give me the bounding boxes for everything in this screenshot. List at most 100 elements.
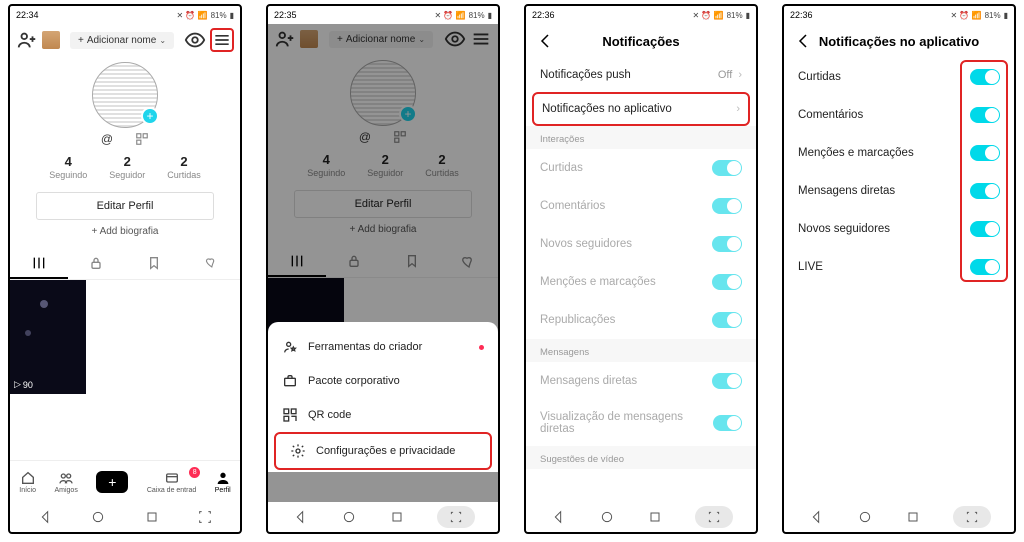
views-icon[interactable] <box>184 29 206 51</box>
nav-create[interactable]: + <box>96 471 128 493</box>
screen-header: Notificações no aplicativo <box>784 24 1014 58</box>
toggle[interactable] <box>712 198 742 214</box>
nav-profile[interactable]: Perfil <box>215 470 231 494</box>
android-screenshot[interactable] <box>695 506 733 528</box>
android-home[interactable] <box>856 508 874 526</box>
toggle[interactable] <box>970 69 1000 85</box>
phone-screen-2: 22:35 ✕ ⏰ 📶 81% ▮ + Adicionar nome ⌄ + @… <box>266 4 500 534</box>
android-back[interactable] <box>291 508 309 526</box>
row-mentions[interactable]: Menções e marcações <box>526 263 756 301</box>
row-push-notifications[interactable]: Notificações push Off › <box>526 58 756 92</box>
row-new-followers[interactable]: Novos seguidores <box>784 210 1014 248</box>
phone-screen-3: 22:36 ✕ ⏰ 📶 81% ▮ Notificações Notificaç… <box>524 4 758 534</box>
tab-grid[interactable] <box>10 249 68 279</box>
back-button[interactable] <box>536 32 554 50</box>
row-in-app-notifications[interactable]: Notificações no aplicativo › <box>534 94 748 124</box>
menu-label: Pacote corporativo <box>308 375 400 387</box>
status-icons: ✕ ⏰ 📶 81% ▮ <box>435 11 493 20</box>
page-title: Notificações <box>554 34 728 49</box>
toggle[interactable] <box>712 373 742 389</box>
android-back[interactable] <box>807 508 825 526</box>
android-back[interactable] <box>36 508 54 526</box>
add-friend-icon[interactable] <box>16 29 38 51</box>
row-comments[interactable]: Comentários <box>784 96 1014 134</box>
toggle[interactable] <box>970 183 1000 199</box>
toggle[interactable] <box>970 145 1000 161</box>
toggle[interactable] <box>970 259 1000 275</box>
add-name-chip[interactable]: + Adicionar nome ⌄ <box>64 32 180 49</box>
menu-settings-privacy[interactable]: Configurações e privacidade <box>276 434 490 468</box>
menu-business-suite[interactable]: Pacote corporativo <box>268 364 498 398</box>
bottom-sheet: Ferramentas do criador Pacote corporativ… <box>268 322 498 472</box>
toggle[interactable] <box>712 274 742 290</box>
row-value: Off <box>718 69 732 81</box>
back-button[interactable] <box>794 32 812 50</box>
person-star-icon <box>282 339 298 355</box>
menu-creator-tools[interactable]: Ferramentas do criador <box>268 330 498 364</box>
add-bio-button[interactable]: + Add biografia <box>10 226 240 237</box>
avatar[interactable]: + <box>92 62 158 128</box>
menu-qr-code[interactable]: QR code <box>268 398 498 432</box>
row-new-followers[interactable]: Novos seguidores <box>526 225 756 263</box>
tab-locked[interactable] <box>68 249 126 279</box>
at-symbol: @ <box>101 132 113 146</box>
android-recent[interactable] <box>646 508 664 526</box>
menu-label: Configurações e privacidade <box>316 445 455 457</box>
section-interactions: Interações <box>526 126 756 149</box>
stat-followers[interactable]: 2Seguidor <box>109 154 145 180</box>
android-recent[interactable] <box>143 508 161 526</box>
chevron-down-icon: ⌄ <box>159 36 166 45</box>
status-bar: 22:36 ✕ ⏰ 📶 81% ▮ <box>784 6 1014 24</box>
android-home[interactable] <box>89 508 107 526</box>
toggle[interactable] <box>712 312 742 328</box>
android-home[interactable] <box>340 508 358 526</box>
edit-profile-button[interactable]: Editar Perfil <box>36 192 214 220</box>
tab-liked[interactable] <box>183 249 241 279</box>
android-recent[interactable] <box>904 508 922 526</box>
android-screenshot[interactable] <box>437 506 475 528</box>
row-comments[interactable]: Comentários <box>526 187 756 225</box>
row-label: Comentários <box>540 200 605 212</box>
video-thumbnail[interactable]: ▷ 90 <box>10 280 86 394</box>
row-likes[interactable]: Curtidas <box>526 149 756 187</box>
toggle[interactable] <box>712 160 742 176</box>
row-likes[interactable]: Curtidas <box>784 58 1014 96</box>
toggle[interactable] <box>970 221 1000 237</box>
android-home[interactable] <box>598 508 616 526</box>
toggle[interactable] <box>970 107 1000 123</box>
status-time: 22:36 <box>790 10 813 20</box>
avatar-plus-icon[interactable]: + <box>141 107 159 125</box>
row-direct-messages[interactable]: Mensagens diretas <box>784 172 1014 210</box>
android-nav <box>268 502 498 532</box>
nav-inbox[interactable]: Caixa de entrad8 <box>147 470 196 494</box>
status-time: 22:35 <box>274 10 297 20</box>
row-live[interactable]: LIVE <box>784 248 1014 286</box>
row-direct-messages[interactable]: Mensagens diretas <box>526 362 756 400</box>
nav-friends[interactable]: Amigos <box>54 470 77 494</box>
stats-row: 4Seguindo 2Seguidor 2Curtidas <box>10 154 240 180</box>
toggle[interactable] <box>712 236 742 252</box>
inbox-badge: 8 <box>189 467 200 478</box>
stat-following[interactable]: 4Seguindo <box>49 154 87 180</box>
tab-saved[interactable] <box>125 249 183 279</box>
toggle[interactable] <box>713 415 742 431</box>
row-message-previews[interactable]: Visualização de mensagens diretas <box>526 400 756 446</box>
chevron-right-icon: › <box>738 69 742 81</box>
gift-icon[interactable] <box>42 31 60 49</box>
hamburger-menu-button[interactable] <box>210 28 234 52</box>
row-label: Visualização de mensagens diretas <box>540 411 713 435</box>
row-label: Notificações no aplicativo <box>542 103 672 115</box>
status-time: 22:34 <box>16 10 39 20</box>
row-label: Mensagens diretas <box>540 375 637 387</box>
qr-small-icon[interactable] <box>135 132 149 146</box>
android-nav <box>526 502 756 532</box>
row-reposts[interactable]: Republicações <box>526 301 756 339</box>
android-screenshot[interactable] <box>953 506 991 528</box>
row-mentions[interactable]: Menções e marcações <box>784 134 1014 172</box>
android-back[interactable] <box>549 508 567 526</box>
nav-home[interactable]: Início <box>19 470 36 494</box>
qr-icon <box>282 407 298 423</box>
android-recent[interactable] <box>388 508 406 526</box>
android-screenshot[interactable] <box>196 508 214 526</box>
stat-likes[interactable]: 2Curtidas <box>167 154 201 180</box>
